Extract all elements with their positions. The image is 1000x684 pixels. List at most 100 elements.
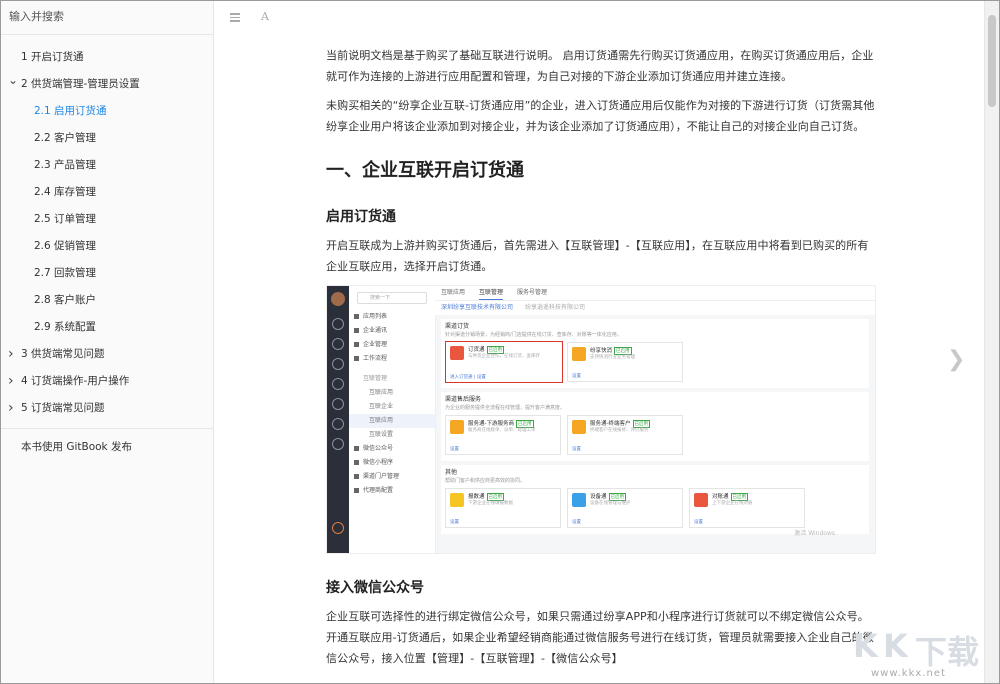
- paragraph-note: 未购买相关的“纷享企业互联-订货通应用”的企业，进入订货通应用后仅能作为对接的下…: [326, 99, 875, 133]
- book-toolbar: A: [214, 1, 984, 35]
- figure-app-section: 渠道订货针对渠道分销场景，为经销商/门店提供在线订货、查库存、对账等一体化应用。…: [441, 319, 869, 388]
- figure-app-link: 设置: [572, 374, 581, 379]
- toc-item-label: 2.6 促销管理: [34, 240, 97, 252]
- toc-item-label: 3 供货端常见问题: [21, 348, 105, 360]
- figure-menu-label: 渠道门户管理: [363, 473, 400, 480]
- figure-menu-section: 互联管理: [363, 375, 388, 382]
- hamburger-menu-icon[interactable]: [230, 13, 240, 22]
- toc-item-label: 2 供货端管理-管理员设置: [21, 78, 140, 90]
- toc-item[interactable]: 2.2 客户管理: [1, 125, 213, 152]
- figure-nav-icon: [332, 358, 344, 370]
- figure-app-sidebar: [327, 286, 349, 553]
- figure-app-card: 设备通 已启用 设备在线管理与维护 设置: [567, 488, 683, 528]
- figure-top-tab: 互联管理: [479, 289, 504, 300]
- figure-topbar: 互联应用 互联管理 服务号管理: [435, 286, 875, 301]
- figure-app-desc: 上下游企业在线对账: [712, 501, 753, 506]
- figure-app-icon: [450, 346, 464, 360]
- figure-app-card: 对账通 已启用 上下游企业在线对账 设置: [689, 488, 805, 528]
- figure-nav-icon: [332, 338, 344, 350]
- figure-menu-icon: [354, 342, 359, 347]
- figure-app-icon: [572, 493, 586, 507]
- figure-app-link: 设置: [694, 520, 703, 525]
- toc-item[interactable]: 2.5 订单管理: [1, 206, 213, 233]
- toc-item[interactable]: 1 开启订货通: [1, 44, 213, 71]
- figure-section-desc: 帮助门客户和供应商更高效的协同。: [445, 478, 526, 484]
- figure-app-card: 服务通-下游服务商 已启用 服务商在线接单、派单、处理工单 设置: [445, 415, 561, 455]
- next-page-chevron-icon[interactable]: ❯: [947, 347, 967, 373]
- figure-app-link: 设置: [572, 447, 581, 452]
- page-scrollbar[interactable]: [984, 1, 999, 683]
- figure-menu-item: 应用列表: [349, 310, 435, 324]
- toc-item-label: 4 订货端操作-用户操作: [21, 375, 130, 387]
- figure-app-link: 进入订货通 | 设置: [450, 375, 486, 380]
- paragraph-enable-steps: 开启互联成为上游并购买订货通后，首先需进入【互联管理】-【互联应用】，在互联应用…: [326, 239, 869, 273]
- figure-top-tab: 服务号管理: [517, 289, 548, 296]
- figure-nav-icon: [332, 522, 344, 534]
- figure-menu-label: 互联设置: [369, 431, 394, 438]
- app-window: 1 开启订货通⌄2 供货端管理-管理员设置 2.1 启用订货通 2.2 客户管理 2.…: [0, 0, 1000, 684]
- figure-menu-item: 互联企业: [349, 400, 435, 414]
- chevron-right-icon: ›: [8, 346, 14, 362]
- toc-item[interactable]: 2.3 产品管理: [1, 152, 213, 179]
- toc-item[interactable]: ⌄ 2 供货端管理-管理员设置: [1, 71, 213, 98]
- toc-item-label: 2.2 客户管理: [34, 132, 97, 144]
- paragraph-wechat: 企业互联可选择性的进行绑定微信公众号，如果只需通过纷享APP和小程序进行订货就可…: [326, 610, 874, 665]
- figure-section-title: 渠道订货: [445, 323, 470, 330]
- figure-app-card: 纷享快消 已启用 支持快消行业业务管理 设置: [567, 342, 683, 382]
- figure-menu-item: 互联设置: [349, 428, 435, 442]
- figure-menu-icon: [354, 460, 359, 465]
- figure-menu-item: 互联应用: [349, 414, 435, 428]
- figure-app-section: 渠道售后服务 为企业的服务提供全流程在线管理，提升客户满意度。 服务通-下游服务商已…: [441, 392, 869, 461]
- figure-menu-icon: [354, 474, 359, 479]
- scrollbar-thumb[interactable]: [988, 15, 996, 107]
- figure-menu-icon: [354, 328, 359, 333]
- figure-section-desc: 针对渠道分销场景，为经销商/门店提供在线订货、查库存、对账等一体化应用。: [445, 332, 622, 338]
- figure-menu-label: 应用列表: [363, 313, 388, 320]
- figure-menu-label: 代理商配置: [363, 487, 394, 494]
- toc-item-label: 2.5 订单管理: [34, 213, 97, 225]
- gitbook-publish-link[interactable]: 本书使用 GitBook 发布: [1, 429, 213, 454]
- figure-menu-item: 渠道门户管理: [349, 470, 435, 484]
- book-sidebar: 1 开启订货通⌄2 供货端管理-管理员设置 2.1 启用订货通 2.2 客户管理 2.…: [1, 1, 214, 683]
- search-input[interactable]: [9, 10, 199, 23]
- figure-app-desc: 设备在线管理与维护: [590, 501, 631, 506]
- figure-nav-icon: [332, 398, 344, 410]
- figure-top-tab: 互联应用: [441, 289, 466, 296]
- figure-nav-icon: [332, 318, 344, 330]
- toc-item-label: 5 订货端常见问题: [21, 402, 105, 414]
- figure-app-desc: 下游企业在线填报数据: [468, 501, 513, 506]
- toc-item[interactable]: 2.8 客户账户: [1, 287, 213, 314]
- figure-menu-label: 企业管理: [363, 341, 388, 348]
- toc-item[interactable]: 2.1 启用订货通: [1, 98, 213, 125]
- toc-item[interactable]: 2.4 库存管理: [1, 179, 213, 206]
- chevron-right-icon: ›: [8, 373, 14, 389]
- figure-app-card: 订货通 已启用 与供货企业合作，在线订货、查库存 进入订货通 | 设置: [445, 341, 563, 383]
- figure-company-tab: 纷享逍遥科技有限公司: [524, 304, 585, 311]
- figure-main-panel: 互联应用 互联管理 服务号管理 深圳纷享互联技术有限公司 纷享逍遥科技有限公司 渠道…: [435, 286, 875, 553]
- paragraph-intro: 当前说明文档是基于购买了基础互联进行说明。 启用订货通需先行购买订货通应用，在购…: [326, 49, 874, 83]
- figure-app-desc: 与供货企业合作，在线订货、查库存: [468, 354, 540, 359]
- page-content: 当前说明文档是基于购买了基础互联进行说明。 启用订货通需先行购买订货通应用，在购…: [326, 45, 876, 677]
- figure-menu-label: 微信小程序: [363, 459, 394, 466]
- toc-item[interactable]: › 3 供货端常见问题: [1, 341, 213, 368]
- toc-item[interactable]: 2.6 促销管理: [1, 233, 213, 260]
- figure-menu-icon: [354, 446, 359, 451]
- figure-menu-label: 工作流程: [363, 355, 388, 362]
- figure-app-icon: [450, 493, 464, 507]
- figure-app-icon: [572, 420, 586, 434]
- toc-item[interactable]: 2.9 系统配置: [1, 314, 213, 341]
- figure-menu-item: 企业通讯: [349, 324, 435, 338]
- kk-watermark-url: www.kkx.net: [871, 668, 946, 679]
- toc-item[interactable]: 2.7 回款管理: [1, 260, 213, 287]
- font-settings-icon[interactable]: A: [261, 10, 269, 23]
- figure-windows-watermark: 激活 Windows: [794, 530, 835, 537]
- toc-item[interactable]: › 5 订货端常见问题: [1, 395, 213, 422]
- figure-menu-label: 互联应用: [369, 389, 394, 396]
- search-bar: [1, 1, 213, 35]
- toc-item-label: 2.3 产品管理: [34, 159, 97, 171]
- toc-item-label: 2.4 库存管理: [34, 186, 97, 198]
- figure-avatar: [331, 292, 345, 306]
- toc-item[interactable]: › 4 订货端操作-用户操作: [1, 368, 213, 395]
- figure-section-desc: 为企业的服务提供全流程在线管理，提升客户满意度。: [445, 405, 566, 411]
- toc-item-label: 2.1 启用订货通: [34, 105, 107, 117]
